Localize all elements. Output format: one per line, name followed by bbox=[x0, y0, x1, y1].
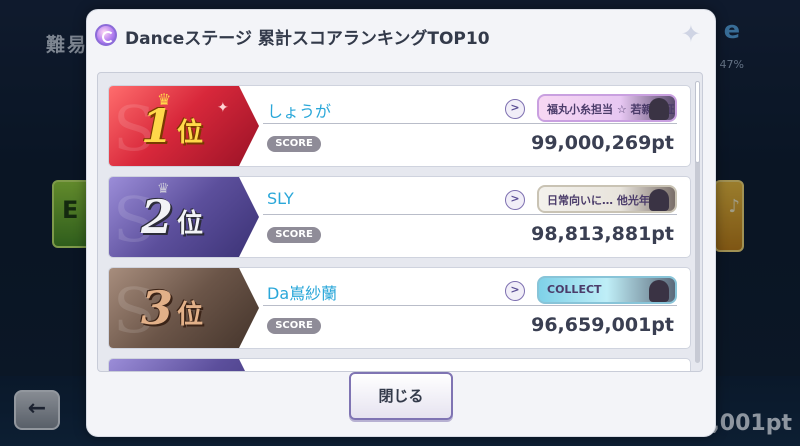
sparkle-icon: ✦ bbox=[680, 20, 701, 48]
chevron-right-icon: > bbox=[510, 283, 520, 296]
rank-suffix: 位 bbox=[177, 209, 204, 239]
player-name: SLY bbox=[267, 189, 294, 208]
player-name: Da嶌紗蘭 bbox=[267, 284, 338, 303]
chevron-right-icon: > bbox=[510, 192, 520, 205]
score-value: 98,813,881pt bbox=[531, 223, 674, 245]
scrollbar-thumb[interactable] bbox=[695, 81, 700, 163]
score-label: SCORE bbox=[267, 227, 321, 243]
rank-banner: S ♛ 2 位 bbox=[109, 177, 259, 257]
player-name: しょうが bbox=[267, 102, 332, 121]
rank-number: 3 bbox=[141, 281, 174, 335]
divider bbox=[263, 123, 677, 124]
score-label: SCORE bbox=[267, 318, 321, 334]
divider bbox=[263, 305, 677, 306]
ranking-row: S ♛ 1 位 ✦ しょうが > 福丸小糸担当 ☆ 若親の証 SCORE 99,… bbox=[108, 85, 691, 167]
ranking-list[interactable]: S ♛ 1 位 ✦ しょうが > 福丸小糸担当 ☆ 若親の証 SCORE 99,… bbox=[97, 72, 703, 372]
modal-title: Danceステージ 累計スコアランキングTOP10 bbox=[125, 29, 490, 49]
close-button[interactable]: 閉じる bbox=[349, 372, 453, 420]
rank-banner: S 3 位 bbox=[109, 268, 259, 348]
modal-header: Danceステージ 累計スコアランキングTOP10 ✦ bbox=[87, 10, 715, 60]
badge-text: COLLECT bbox=[547, 283, 602, 296]
rank-suffix: 位 bbox=[177, 118, 204, 148]
sparkle-icon: ✦ bbox=[217, 100, 229, 116]
rank-banner: S ♛ 1 位 ✦ bbox=[109, 86, 259, 166]
rank-number: 1 bbox=[141, 99, 174, 153]
title-badge: 福丸小糸担当 ☆ 若親の証 bbox=[537, 94, 677, 122]
score-label: SCORE bbox=[267, 136, 321, 152]
player-detail-button[interactable]: > bbox=[505, 281, 525, 301]
badge-portrait bbox=[649, 189, 669, 211]
chevron-right-icon: > bbox=[510, 101, 520, 114]
player-detail-button[interactable]: > bbox=[505, 190, 525, 210]
dance-stage-icon bbox=[95, 24, 117, 46]
player-detail-button[interactable]: > bbox=[505, 99, 525, 119]
ranking-row: S 3 位 Da嶌紗蘭 > COLLECT SCORE 96,659,001pt bbox=[108, 267, 691, 349]
badge-portrait bbox=[649, 280, 669, 302]
rank-banner bbox=[109, 359, 259, 371]
divider bbox=[263, 214, 677, 215]
score-value: 99,000,269pt bbox=[531, 132, 674, 154]
title-badge: 日常向いに… 他光年 bbox=[537, 185, 677, 213]
ranking-modal: Danceステージ 累計スコアランキングTOP10 ✦ S ♛ 1 位 ✦ しょ… bbox=[86, 9, 716, 437]
title-badge: COLLECT bbox=[537, 276, 677, 304]
rank-number: 2 bbox=[141, 190, 174, 244]
ranking-row: S ♛ 2 位 SLY > 日常向いに… 他光年 SCORE 98,813,88… bbox=[108, 176, 691, 258]
rank-suffix: 位 bbox=[177, 300, 204, 330]
badge-text: 日常向いに… 他光年 bbox=[547, 194, 650, 207]
ranking-row bbox=[108, 358, 691, 371]
badge-portrait bbox=[649, 98, 669, 120]
score-value: 96,659,001pt bbox=[531, 314, 674, 336]
